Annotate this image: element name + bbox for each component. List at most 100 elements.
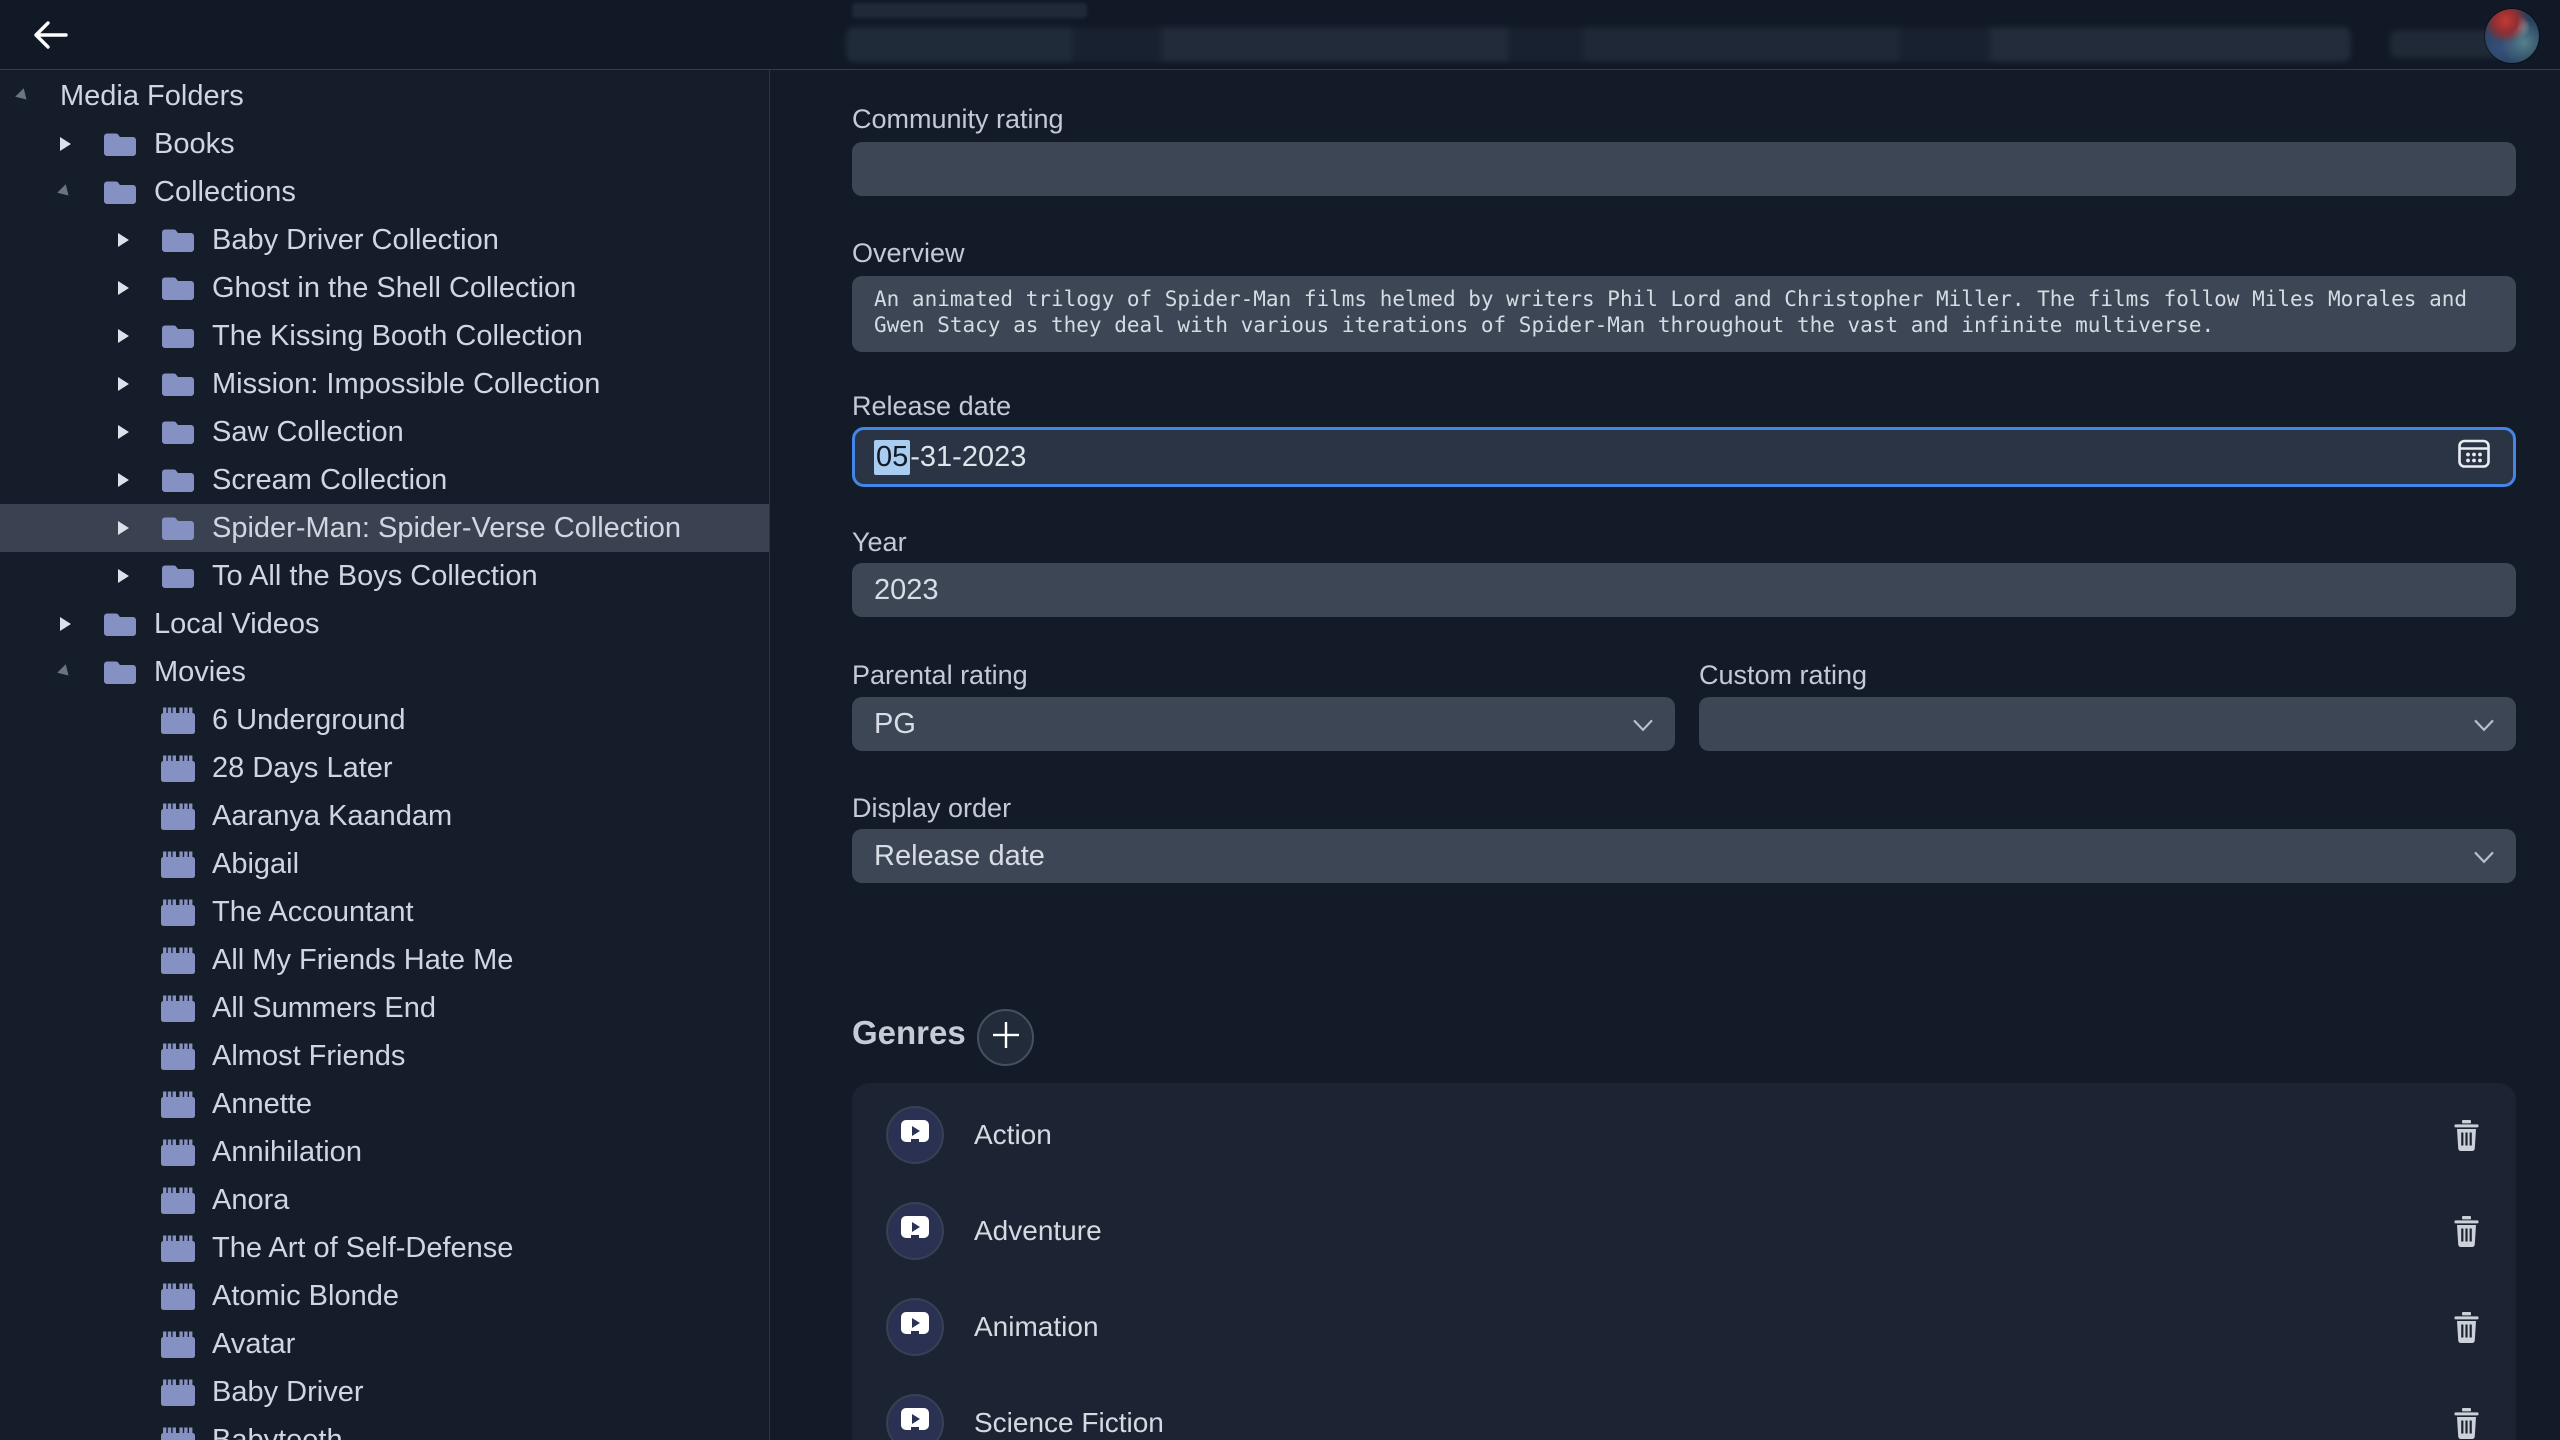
tree-item-the-art-of-self-defense[interactable]: The Art of Self-Defense xyxy=(0,1224,769,1272)
tree-item-to-all-the-boys-collection[interactable]: To All the Boys Collection xyxy=(0,552,769,600)
caret-collapsed-icon[interactable] xyxy=(118,377,160,391)
community-rating-label: Community rating xyxy=(852,104,1064,135)
caret-collapsed-icon[interactable] xyxy=(118,329,160,343)
tree-item-label: All Summers End xyxy=(212,992,436,1025)
caret-collapsed-icon[interactable] xyxy=(118,569,160,583)
caret-collapsed-icon[interactable] xyxy=(118,233,160,247)
tree-item-label: Aaranya Kaandam xyxy=(212,800,452,833)
tree-item-atomic-blonde[interactable]: Atomic Blonde xyxy=(0,1272,769,1320)
movie-icon xyxy=(160,1138,196,1167)
tree-item-avatar[interactable]: Avatar xyxy=(0,1320,769,1368)
year-input[interactable]: 2023 xyxy=(852,563,2516,617)
caret-collapsed-icon[interactable] xyxy=(60,617,102,631)
tree-item-mission-impossible-collection[interactable]: Mission: Impossible Collection xyxy=(0,360,769,408)
tree-item-collections[interactable]: Collections xyxy=(0,168,769,216)
trash-icon xyxy=(2453,1138,2480,1155)
parental-rating-select[interactable]: PG xyxy=(852,697,1675,751)
tree-item-books[interactable]: Books xyxy=(0,120,769,168)
tree-item-abigail[interactable]: Abigail xyxy=(0,840,769,888)
tree-item-label: Baby Driver Collection xyxy=(212,224,499,257)
display-order-select[interactable]: Release date xyxy=(852,829,2516,883)
tree-item-label: The Accountant xyxy=(212,896,414,929)
release-date-selected-segment: 05 xyxy=(874,440,910,475)
delete-genre-button[interactable] xyxy=(2453,1408,2480,1439)
caret-collapsed-icon[interactable] xyxy=(118,281,160,295)
tree-item-babyteeth[interactable]: Babyteeth xyxy=(0,1416,769,1440)
genre-avatar xyxy=(888,1396,942,1440)
movie-icon xyxy=(160,706,196,735)
smart-display-icon xyxy=(900,1407,930,1440)
folder-icon xyxy=(160,418,196,447)
tree-item-media-folders[interactable]: Media Folders xyxy=(0,72,769,120)
tree-item-label: Baby Driver xyxy=(212,1376,364,1409)
tree-item-28-days-later[interactable]: 28 Days Later xyxy=(0,744,769,792)
tree-item-6-underground[interactable]: 6 Underground xyxy=(0,696,769,744)
tree-item-label: Almost Friends xyxy=(212,1040,405,1073)
tree-item-almost-friends[interactable]: Almost Friends xyxy=(0,1032,769,1080)
tree-item-movies[interactable]: Movies xyxy=(0,648,769,696)
folder-icon xyxy=(160,370,196,399)
overview-label: Overview xyxy=(852,238,965,269)
tree-item-label: Mission: Impossible Collection xyxy=(212,368,600,401)
genre-row: Animation xyxy=(852,1279,2516,1375)
community-rating-input[interactable] xyxy=(852,142,2516,196)
calendar-icon[interactable] xyxy=(2457,437,2491,477)
tree-item-anora[interactable]: Anora xyxy=(0,1176,769,1224)
tree-item-aaranya-kaandam[interactable]: Aaranya Kaandam xyxy=(0,792,769,840)
genre-avatar xyxy=(888,1108,942,1162)
add-genre-button[interactable] xyxy=(977,1009,1034,1066)
folder-icon xyxy=(160,274,196,303)
tree-item-label: Books xyxy=(154,128,235,161)
caret-collapsed-icon[interactable] xyxy=(118,425,160,439)
tree-item-ghost-in-the-shell-collection[interactable]: Ghost in the Shell Collection xyxy=(0,264,769,312)
tree-item-baby-driver[interactable]: Baby Driver xyxy=(0,1368,769,1416)
tree-item-local-videos[interactable]: Local Videos xyxy=(0,600,769,648)
tree-item-all-my-friends-hate-me[interactable]: All My Friends Hate Me xyxy=(0,936,769,984)
folder-icon xyxy=(102,610,138,639)
smart-display-icon xyxy=(900,1311,930,1344)
delete-genre-button[interactable] xyxy=(2453,1312,2480,1343)
folder-icon xyxy=(160,562,196,591)
overview-textarea[interactable]: An animated trilogy of Spider-Man films … xyxy=(852,276,2516,352)
tree-item-the-accountant[interactable]: The Accountant xyxy=(0,888,769,936)
movie-icon xyxy=(160,1282,196,1311)
caret-expanded-icon[interactable] xyxy=(18,90,60,102)
media-folder-tree: Media Folders Books Collections Baby Driver… xyxy=(0,70,770,1440)
genres-list: ActionAdventureAnimationScience Fiction xyxy=(852,1083,2516,1440)
tree-item-label: The Art of Self-Defense xyxy=(212,1232,513,1265)
year-label: Year xyxy=(852,527,907,558)
parental-rating-label: Parental rating xyxy=(852,660,1028,691)
movie-icon xyxy=(160,898,196,927)
tree-item-baby-driver-collection[interactable]: Baby Driver Collection xyxy=(0,216,769,264)
caret-collapsed-icon[interactable] xyxy=(118,473,160,487)
caret-expanded-icon[interactable] xyxy=(60,666,102,678)
tree-item-label: 6 Underground xyxy=(212,704,405,737)
back-button[interactable] xyxy=(32,19,72,53)
tree-item-scream-collection[interactable]: Scream Collection xyxy=(0,456,769,504)
tree-item-label: Media Folders xyxy=(60,80,244,113)
tree-item-all-summers-end[interactable]: All Summers End xyxy=(0,984,769,1032)
caret-expanded-icon[interactable] xyxy=(60,186,102,198)
tree-item-label: The Kissing Booth Collection xyxy=(212,320,583,353)
tree-item-saw-collection[interactable]: Saw Collection xyxy=(0,408,769,456)
tree-item-label: Atomic Blonde xyxy=(212,1280,399,1313)
tree-item-spider-man-spider-verse-collection[interactable]: Spider-Man: Spider-Verse Collection xyxy=(0,504,769,552)
delete-genre-button[interactable] xyxy=(2453,1216,2480,1247)
custom-rating-select[interactable] xyxy=(1699,697,2516,751)
tree-item-annihilation[interactable]: Annihilation xyxy=(0,1128,769,1176)
tree-item-label: Saw Collection xyxy=(212,416,404,449)
release-date-input[interactable]: 05-31-2023 xyxy=(852,427,2516,487)
movie-icon xyxy=(160,1378,196,1407)
chevron-down-icon xyxy=(2472,709,2496,742)
metadata-editor-form: Community rating Overview An animated tr… xyxy=(770,0,2560,1440)
caret-collapsed-icon[interactable] xyxy=(118,521,160,535)
year-value: 2023 xyxy=(874,574,939,607)
delete-genre-button[interactable] xyxy=(2453,1120,2480,1151)
user-avatar[interactable] xyxy=(2485,9,2539,63)
tree-item-annette[interactable]: Annette xyxy=(0,1080,769,1128)
plus-icon xyxy=(991,1020,1021,1055)
movie-icon xyxy=(160,754,196,783)
tree-item-the-kissing-booth-collection[interactable]: The Kissing Booth Collection xyxy=(0,312,769,360)
tree-item-label: All My Friends Hate Me xyxy=(212,944,513,977)
caret-collapsed-icon[interactable] xyxy=(60,137,102,151)
